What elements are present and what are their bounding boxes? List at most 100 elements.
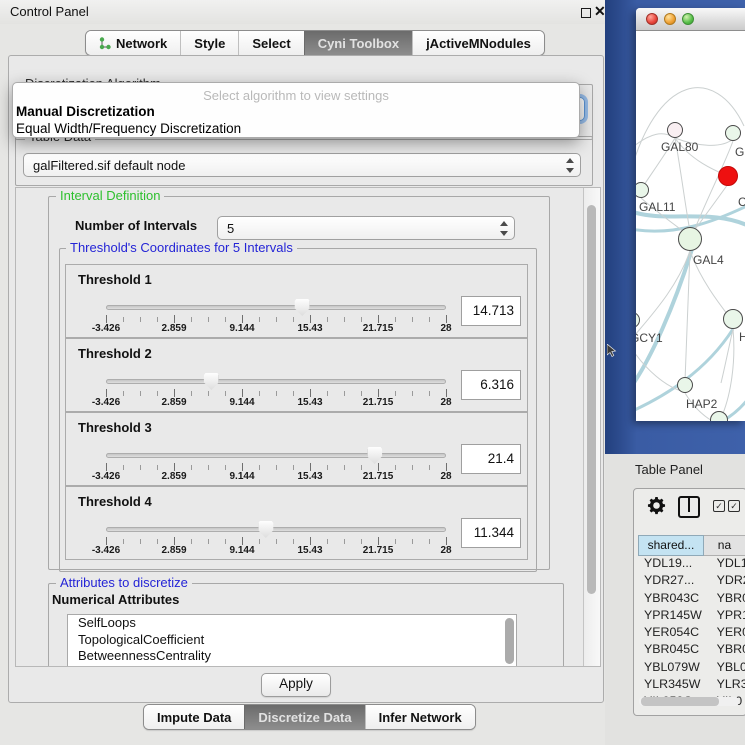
control-panel-titlebar: Control Panel ✕ <box>0 0 605 24</box>
threshold-value-field[interactable]: 21.4 <box>461 444 521 474</box>
cell: YBL0 <box>709 660 745 677</box>
threshold-value-field[interactable]: 14.713 <box>461 296 521 326</box>
network-node[interactable] <box>725 125 741 141</box>
tab-jactivemnodules[interactable]: jActiveMNodules <box>412 31 544 55</box>
list-item[interactable]: TopologicalCoefficient <box>68 632 516 649</box>
tab-label: Select <box>252 32 290 55</box>
tab-impute-data[interactable]: Impute Data <box>144 705 244 729</box>
cell: YBR043C <box>638 591 709 608</box>
scrollbar-thumb[interactable] <box>587 205 596 594</box>
gear-icon[interactable] <box>647 496 666 515</box>
tab-style[interactable]: Style <box>180 31 238 55</box>
list-item[interactable]: BetweennessCentrality <box>68 648 516 665</box>
numerical-attributes-list[interactable]: SelfLoops TopologicalCoefficient Between… <box>67 614 517 667</box>
tick-label: 2.859 <box>161 323 186 334</box>
table-row[interactable]: YDR27...YDR2 <box>638 573 745 590</box>
scrollbar-thumb[interactable] <box>641 697 719 706</box>
cell: YLR3 <box>709 677 745 694</box>
zoom-window-icon[interactable] <box>682 13 694 25</box>
cell: YDL1 <box>709 556 745 573</box>
tab-label: Network <box>116 32 167 55</box>
minimize-window-icon[interactable] <box>664 13 676 25</box>
slider-thumb[interactable] <box>258 521 273 538</box>
number-of-intervals-value: 5 <box>227 221 234 236</box>
close-icon[interactable]: ✕ <box>594 3 606 19</box>
table-row[interactable]: YDL19...YDL1 <box>638 556 745 573</box>
threshold-value-field[interactable]: 11.344 <box>461 518 521 548</box>
slider-thumb[interactable] <box>295 299 310 316</box>
popup-option-equal-width-frequency[interactable]: Equal Width/Frequency Discretization <box>16 121 241 136</box>
apply-button[interactable]: Apply <box>261 673 331 697</box>
threshold-slider[interactable] <box>106 520 446 538</box>
tick-label: 9.144 <box>229 397 254 408</box>
node-label: C <box>738 195 745 209</box>
table-horizontal-scrollbar[interactable] <box>639 697 739 706</box>
top-tab-bar: Network Style Select Cyni Toolbox jActiv… <box>85 30 545 56</box>
bottom-tab-bar: Impute Data Discretize Data Infer Networ… <box>143 704 476 730</box>
node-label: H <box>739 330 745 344</box>
tab-label: Discretize Data <box>258 706 351 729</box>
tick-label: 28 <box>440 323 451 334</box>
column-header-name[interactable]: na <box>704 535 745 556</box>
slider-thumb[interactable] <box>367 447 382 464</box>
node-label: GAL4 <box>693 253 724 267</box>
table-row[interactable]: YLR345WYLR3 <box>638 677 745 694</box>
tab-select[interactable]: Select <box>238 31 303 55</box>
node-label: GAL80 <box>661 140 698 154</box>
desktop-background: GAL80 G. GAL11 C GAL4 GCY1 H HAP2 <box>605 0 745 454</box>
network-node[interactable] <box>723 309 743 329</box>
threshold-label: Threshold 1 <box>78 272 152 287</box>
algorithm-placeholder: Select algorithm to view settings <box>13 88 579 103</box>
number-of-intervals-label: Number of Intervals <box>75 218 197 233</box>
slider-track <box>106 527 446 532</box>
network-node[interactable] <box>667 122 683 138</box>
cell: YER0 <box>709 625 745 642</box>
threshold-value-field[interactable]: 6.316 <box>461 370 521 400</box>
table-data-selected-value: galFiltered.sif default node <box>33 158 185 173</box>
slider-track <box>106 305 446 310</box>
network-node[interactable] <box>678 227 702 251</box>
tick-label: 15.43 <box>297 471 322 482</box>
network-node-selected[interactable] <box>718 166 738 186</box>
table-data-combobox[interactable]: galFiltered.sif default node <box>23 153 581 177</box>
table-row[interactable]: YBR045CYBR0 <box>638 642 745 659</box>
settings-scrollbar[interactable] <box>583 188 600 666</box>
cell: YLR345W <box>638 677 709 694</box>
cell: YDL19... <box>638 556 709 573</box>
network-node[interactable] <box>677 377 693 393</box>
table-row[interactable]: YBR043CYBR0 <box>638 591 745 608</box>
network-canvas[interactable]: GAL80 G. GAL11 C GAL4 GCY1 H HAP2 <box>636 31 745 421</box>
table-row[interactable]: YPR145WYPR1 <box>638 608 745 625</box>
numerical-attributes-heading: Numerical Attributes <box>52 592 179 607</box>
cell: YBR045C <box>638 642 709 659</box>
threshold-slider[interactable] <box>106 446 446 464</box>
popup-option-manual-discretization[interactable]: Manual Discretization <box>16 104 155 119</box>
list-item[interactable]: SelfLoops <box>68 615 516 632</box>
checkbox-icon[interactable]: ✓ <box>713 500 725 512</box>
thresholds-group-label: Threshold's Coordinates for 5 Intervals <box>66 241 297 255</box>
table-row[interactable]: YER054CYER0 <box>638 625 745 642</box>
slider-ticks <box>106 317 447 322</box>
tab-network[interactable]: Network <box>86 31 180 55</box>
network-window-titlebar <box>636 8 745 31</box>
close-window-icon[interactable] <box>646 13 658 25</box>
tick-label: 15.43 <box>297 323 322 334</box>
interval-definition-group-label: Interval Definition <box>56 189 164 203</box>
slider-ticks <box>106 465 447 470</box>
threshold-row: Threshold 4 -3.426 2.859 9.144 15.43 21.… <box>65 486 528 560</box>
tab-discretize-data[interactable]: Discretize Data <box>244 705 364 729</box>
tab-cyni-toolbox[interactable]: Cyni Toolbox <box>304 31 412 55</box>
threshold-row: Threshold 1 -3.426 2.859 9.144 15.43 21.… <box>65 264 528 338</box>
table-row[interactable]: YBL079WYBL0 <box>638 660 745 677</box>
checkbox-icon[interactable]: ✓ <box>728 500 740 512</box>
combo-stepper-icon <box>498 221 509 236</box>
tab-infer-network[interactable]: Infer Network <box>365 705 475 729</box>
column-header-shared-name[interactable]: shared... <box>638 535 704 556</box>
slider-thumb[interactable] <box>204 373 219 390</box>
column-selector-icon[interactable] <box>678 496 700 518</box>
list-scrollbar[interactable] <box>505 618 514 664</box>
float-panel-icon[interactable] <box>581 8 591 18</box>
threshold-slider[interactable] <box>106 298 446 316</box>
number-of-intervals-combobox[interactable]: 5 <box>217 216 515 240</box>
threshold-slider[interactable] <box>106 372 446 390</box>
